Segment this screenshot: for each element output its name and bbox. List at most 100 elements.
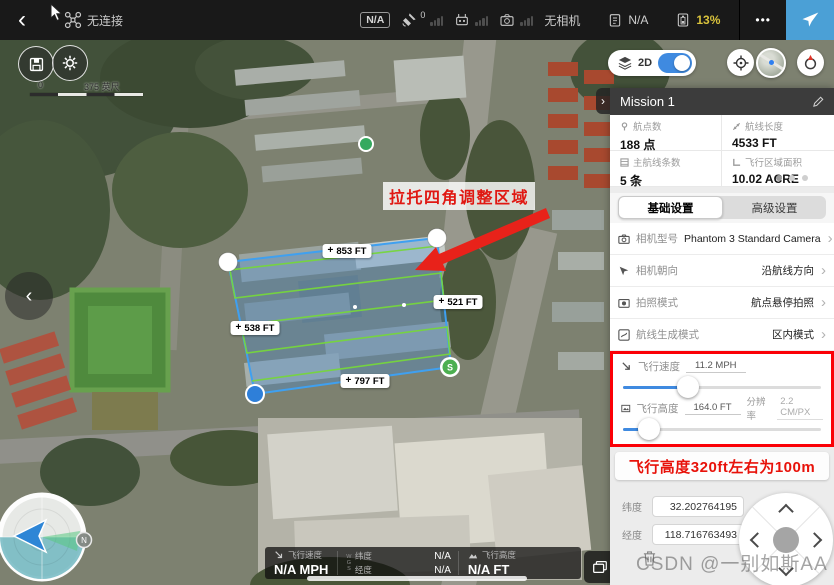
setting-camera-heading[interactable]: 相机朝向 沿航线方向 › xyxy=(610,255,834,287)
flight-mode-status: N/A xyxy=(607,12,648,28)
back-button[interactable]: ‹ xyxy=(0,0,44,40)
nudge-center-button[interactable] xyxy=(773,527,799,553)
save-icon xyxy=(28,56,45,73)
move-icon: + xyxy=(346,376,352,386)
more-menu-button[interactable]: ••• xyxy=(751,13,775,27)
altitude-value: 164.0 FT xyxy=(685,402,741,415)
satellite-icon xyxy=(401,12,417,28)
nudge-right-button[interactable] xyxy=(807,532,823,548)
panel-collapse-handle[interactable]: › xyxy=(596,88,610,114)
latitude-input[interactable]: 32.202764195 xyxy=(652,496,744,517)
save-mission-button[interactable] xyxy=(18,46,54,82)
camera-status-label: 无相机 xyxy=(544,12,580,29)
coordinates-section: 纬度 32.202764195 经度 118.716763493 xyxy=(610,480,834,585)
2d-mode-toggle[interactable] xyxy=(658,53,692,73)
setting-camera-model[interactable]: 相机型号 Phantom 3 Standard Camera › xyxy=(610,223,834,255)
edge-length-top: + 853 FT xyxy=(323,244,372,258)
longitude-input[interactable]: 118.716763493 xyxy=(652,524,744,545)
compass-icon xyxy=(802,54,819,71)
settings-tabs: 基础设置 高级设置 xyxy=(610,193,834,223)
battery-status: 13% xyxy=(675,12,720,28)
map-settings-button[interactable] xyxy=(52,45,88,81)
speed-slider-thumb[interactable] xyxy=(677,376,699,398)
move-icon: + xyxy=(236,323,242,333)
nudge-dpad xyxy=(739,493,833,585)
chevron-right-icon: › xyxy=(821,327,826,342)
mission-stats: 航点数 188 点 航线长度 4533 FT 主航线条数 5 条 xyxy=(610,115,834,187)
home-indicator[interactable] xyxy=(307,576,527,581)
speed-icon xyxy=(274,550,284,560)
setting-route-generation-mode[interactable]: 航线生成模式 区内模式 › xyxy=(610,319,834,351)
app-screen: S N + 853 FT + 521 FT + 538 FT + 797 FT … xyxy=(0,0,834,585)
telemetry-bar: 飞行速度 N/A MPH WGS 纬度N/A 经度N/A 飞行高度 N/A FT xyxy=(265,547,581,579)
minimap-location-dot xyxy=(769,60,774,65)
chevron-right-icon: › xyxy=(821,295,826,310)
flight-sliders-highlighted: 飞行速度 11.2 MPH 飞行高度 164.0 FT 分辨率 2.2 CM/P… xyxy=(610,351,834,447)
mission-header: Mission 1 xyxy=(610,88,834,115)
compass-reset-button[interactable] xyxy=(797,49,824,76)
altitude-label: 飞行高度 xyxy=(637,401,679,416)
tab-basic-settings[interactable]: 基础设置 xyxy=(618,196,723,219)
minimap-button[interactable] xyxy=(756,48,786,78)
tab-advanced-settings[interactable]: 高级设置 xyxy=(723,196,826,219)
speed-value: 11.2 MPH xyxy=(686,360,746,373)
remote-controller-icon xyxy=(454,12,470,28)
move-icon: + xyxy=(328,246,334,256)
nudge-down-button[interactable] xyxy=(778,561,794,577)
heading-cursor-icon xyxy=(618,265,630,277)
latitude-label: 纬度 xyxy=(622,499,645,514)
takeoff-button[interactable] xyxy=(786,0,834,40)
map-mode-label: 2D xyxy=(638,57,652,69)
rc-signal-bars xyxy=(475,15,488,26)
move-icon: + xyxy=(439,297,445,307)
route-mode-icon xyxy=(618,329,630,341)
mouse-cursor xyxy=(50,3,63,22)
telemetry-coordinates: WGS 纬度N/A 经度N/A xyxy=(338,547,458,579)
altitude-slider[interactable] xyxy=(623,418,821,440)
nudge-left-button[interactable] xyxy=(750,532,766,548)
airplane-icon xyxy=(800,10,820,30)
waypoint-icon xyxy=(620,122,629,131)
layers-icon xyxy=(591,558,609,576)
speed-slider[interactable] xyxy=(623,376,821,398)
locate-me-button[interactable] xyxy=(727,49,754,76)
crosshair-icon xyxy=(733,55,749,71)
top-status-bar: ‹ 无连接 N/A 0 xyxy=(0,0,834,40)
stat-line-count: 主航线条数 5 条 xyxy=(610,151,722,187)
camera-signal-bars xyxy=(520,15,533,26)
remote-controller-status xyxy=(454,12,488,28)
nudge-up-button[interactable] xyxy=(778,504,794,520)
aircraft-connection-status: 无连接 xyxy=(64,11,123,29)
chevron-right-icon: › xyxy=(601,94,605,108)
chevron-left-icon: ‹ xyxy=(26,285,33,308)
stat-route-length: 航线长度 4533 FT xyxy=(722,115,834,151)
altitude-icon xyxy=(621,403,631,414)
drone-icon xyxy=(64,11,82,29)
speed-icon xyxy=(621,361,632,372)
photo-mode-icon xyxy=(618,297,630,309)
wgs-badge: WGS xyxy=(345,554,351,572)
edit-mission-icon[interactable] xyxy=(812,96,824,108)
setting-photo-mode[interactable]: 拍照模式 航点悬停拍照 › xyxy=(610,287,834,319)
stats-pagination-dots[interactable] xyxy=(776,175,808,181)
chevron-right-icon: › xyxy=(821,263,826,278)
map-2d-toggle-pill: 2D xyxy=(608,50,696,76)
telemetry-speed: 飞行速度 N/A MPH xyxy=(265,547,337,579)
collapse-left-handle[interactable]: ‹ xyxy=(5,272,53,320)
grid-lines-icon xyxy=(620,158,629,167)
camera-icon xyxy=(499,12,515,28)
stat-waypoints: 航点数 188 点 xyxy=(610,115,722,151)
altitude-slider-thumb[interactable] xyxy=(638,418,660,440)
flight-mode-icon xyxy=(607,12,623,28)
gps-status: 0 xyxy=(401,12,443,28)
edge-length-right: + 521 FT xyxy=(434,295,483,309)
edge-length-bottom: + 797 FT xyxy=(341,374,390,388)
camera-signal-status xyxy=(499,12,533,28)
speed-label: 飞行速度 xyxy=(638,359,680,374)
delete-icon[interactable] xyxy=(642,550,657,567)
scale-end-label: 375 英尺 xyxy=(84,80,120,93)
mission-panel: Mission 1 航点数 188 点 航线长度 xyxy=(610,88,834,585)
camera-icon xyxy=(618,233,630,245)
chevron-right-icon: › xyxy=(828,231,833,246)
stat-area: 飞行区域面积 10.02 ACRE xyxy=(722,151,834,187)
